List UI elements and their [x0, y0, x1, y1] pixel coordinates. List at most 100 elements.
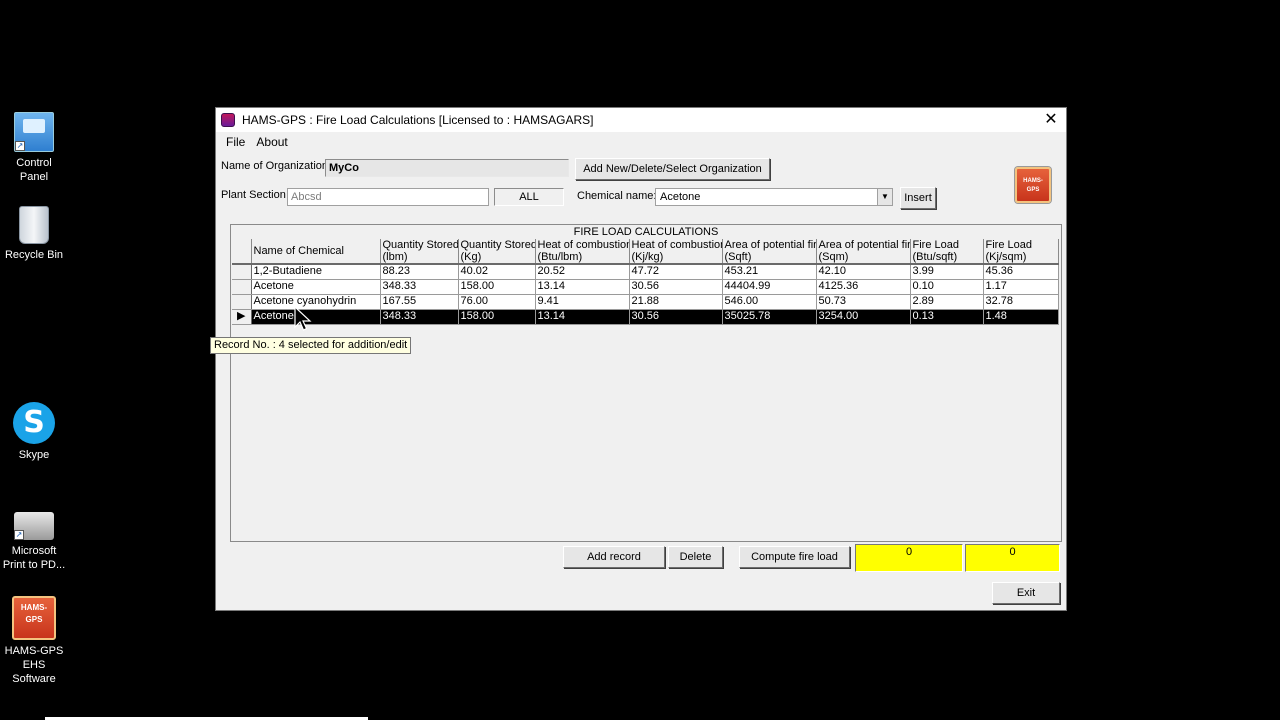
table-row[interactable]: Acetone 348.33 158.00 13.14 30.56 44404.…: [232, 279, 1059, 295]
table-cell[interactable]: 21.88: [629, 294, 723, 310]
table-cell[interactable]: 76.00: [458, 294, 536, 310]
add-record-button[interactable]: Add record: [563, 546, 665, 568]
column-header-line2: (Kj/kg): [631, 251, 664, 263]
table-cell[interactable]: 2.89: [910, 294, 984, 310]
table-cell[interactable]: 9.41: [535, 294, 630, 310]
table-cell[interactable]: 546.00: [722, 294, 817, 310]
table-cell[interactable]: 0.13: [910, 309, 984, 325]
row-selector[interactable]: [232, 294, 252, 310]
compute-fire-load-button[interactable]: Compute fire load: [739, 546, 850, 568]
delete-button[interactable]: Delete: [668, 546, 723, 568]
row-selector-header: [232, 239, 252, 265]
table-cell[interactable]: 13.14: [535, 279, 630, 295]
column-header-line2: (Sqm): [818, 251, 849, 263]
column-header-line1: Fire Load: [985, 239, 1032, 251]
hams-logo-icon[interactable]: HAMS-GPS: [1015, 167, 1051, 203]
column-header-line1: Area of potential fire: [818, 239, 910, 251]
table-cell[interactable]: 88.23: [380, 264, 459, 280]
exit-button[interactable]: Exit: [992, 582, 1060, 604]
column-header-line2: (Sqft): [724, 251, 752, 263]
plant-section-field[interactable]: Abcsd: [287, 188, 489, 206]
skype-icon: S: [13, 402, 55, 444]
table-cell[interactable]: 1.17: [983, 279, 1059, 295]
column-header[interactable]: Fire Load (Kj/sqm): [983, 239, 1059, 265]
desktop-icon-hams-gps[interactable]: HAMS-GPS HAMS-GPS EHS Software: [2, 596, 66, 686]
table-cell[interactable]: 42.10: [816, 264, 911, 280]
org-label: Name of Organization:: [221, 160, 332, 172]
chevron-down-icon[interactable]: ▼: [877, 189, 892, 205]
table-cell[interactable]: 1.48: [983, 309, 1059, 325]
table-cell[interactable]: 158.00: [458, 279, 536, 295]
table-cell[interactable]: 35025.78: [722, 309, 817, 325]
column-header[interactable]: Name of Chemical: [251, 239, 381, 265]
column-header[interactable]: Area of potential fire (Sqm): [816, 239, 911, 265]
chemical-select[interactable]: Acetone ▼: [655, 188, 893, 206]
menu-bar: File About: [216, 132, 1066, 152]
hams-gps-icon: HAMS-GPS: [12, 596, 56, 640]
table-cell[interactable]: 0.10: [910, 279, 984, 295]
table-cell[interactable]: 3.99: [910, 264, 984, 280]
org-field[interactable]: MyCo: [325, 159, 569, 177]
table-cell[interactable]: 167.55: [380, 294, 459, 310]
column-header[interactable]: Fire Load (Btu/sqft): [910, 239, 984, 265]
table-cell[interactable]: 44404.99: [722, 279, 817, 295]
table-row[interactable]: Acetone cyanohydrin 167.55 76.00 9.41 21…: [232, 294, 1059, 310]
column-header[interactable]: Quantity Stored (Kg): [458, 239, 536, 265]
table-cell[interactable]: 4125.36: [816, 279, 911, 295]
table-cell[interactable]: 40.02: [458, 264, 536, 280]
insert-button[interactable]: Insert: [900, 187, 936, 209]
org-manage-button[interactable]: Add New/Delete/Select Organization: [575, 158, 770, 180]
row-selector[interactable]: [232, 264, 252, 280]
desktop-icon-label: Control Panel: [16, 157, 52, 183]
table-row[interactable]: 1,2-Butadiene 88.23 40.02 20.52 47.72 45…: [232, 264, 1059, 280]
menu-file[interactable]: File: [222, 132, 249, 152]
table-cell[interactable]: Acetone: [251, 309, 381, 325]
table-cell[interactable]: Acetone: [251, 279, 381, 295]
desktop-icon-print-to-pdf[interactable]: ↗ Microsoft Print to PD...: [2, 504, 66, 572]
grid-header-row: Name of Chemical Quantity Stored (lbm) Qu…: [232, 239, 1059, 265]
table-cell[interactable]: 453.21: [722, 264, 817, 280]
column-header-line2: (Kg): [460, 251, 482, 263]
desktop-icon-label: Skype: [18, 449, 50, 461]
menu-about[interactable]: About: [252, 132, 291, 152]
column-header[interactable]: Area of potential fire (Sqft): [722, 239, 817, 265]
table-cell[interactable]: 1,2-Butadiene: [251, 264, 381, 280]
table-cell[interactable]: 348.33: [380, 309, 459, 325]
fire-load-table: Name of Chemical Quantity Stored (lbm) Qu…: [232, 239, 1059, 325]
row-pointer-icon[interactable]: ▶: [232, 309, 252, 325]
table-cell[interactable]: 20.52: [535, 264, 630, 280]
desktop-icon-label: HAMS-GPS EHS Software: [4, 645, 64, 685]
table-cell[interactable]: 3254.00: [816, 309, 911, 325]
desktop-icon-skype[interactable]: S Skype: [2, 402, 66, 462]
table-cell[interactable]: 47.72: [629, 264, 723, 280]
table-cell[interactable]: 32.78: [983, 294, 1059, 310]
chemical-name-label: Chemical name:: [577, 190, 657, 202]
fire-load-window: HAMS-GPS : Fire Load Calculations [Licen…: [215, 107, 1067, 611]
table-cell[interactable]: 50.73: [816, 294, 911, 310]
table-cell[interactable]: 348.33: [380, 279, 459, 295]
column-header-line1: Quantity Stored: [460, 239, 535, 251]
table-cell[interactable]: 13.14: [535, 309, 630, 325]
record-tooltip: Record No. : 4 selected for addition/edi…: [210, 337, 412, 354]
table-cell[interactable]: 158.00: [458, 309, 536, 325]
table-row-selected[interactable]: ▶ Acetone 348.33 158.00 13.14 30.56 3502…: [232, 309, 1059, 325]
desktop-icon-recycle-bin[interactable]: Recycle Bin: [2, 206, 66, 262]
column-header-line2: (Btu/sqft): [912, 251, 958, 263]
table-cell[interactable]: Acetone cyanohydrin: [251, 294, 381, 310]
plant-section-label: Plant Section: [221, 189, 286, 201]
column-header[interactable]: Heat of combustion (Btu/lbm): [535, 239, 630, 265]
column-header-line2: (Kj/sqm): [985, 251, 1027, 263]
column-header[interactable]: Quantity Stored (lbm): [380, 239, 459, 265]
desktop-icon-label: Recycle Bin: [4, 249, 64, 261]
row-selector[interactable]: [232, 279, 252, 295]
window-title: HAMS-GPS : Fire Load Calculations [Licen…: [242, 113, 594, 127]
column-header[interactable]: Heat of combustion (Kj/kg): [629, 239, 723, 265]
column-header-line2: (Btu/lbm): [537, 251, 583, 263]
close-icon[interactable]: ✕: [1036, 108, 1066, 132]
fire-load-grid: FIRE LOAD CALCULATIONS Name of Chemical …: [230, 224, 1062, 542]
table-cell[interactable]: 30.56: [629, 279, 723, 295]
all-button[interactable]: ALL: [494, 188, 564, 206]
table-cell[interactable]: 30.56: [629, 309, 723, 325]
table-cell[interactable]: 45.36: [983, 264, 1059, 280]
desktop-icon-control-panel[interactable]: ↗ Control Panel: [2, 112, 66, 184]
